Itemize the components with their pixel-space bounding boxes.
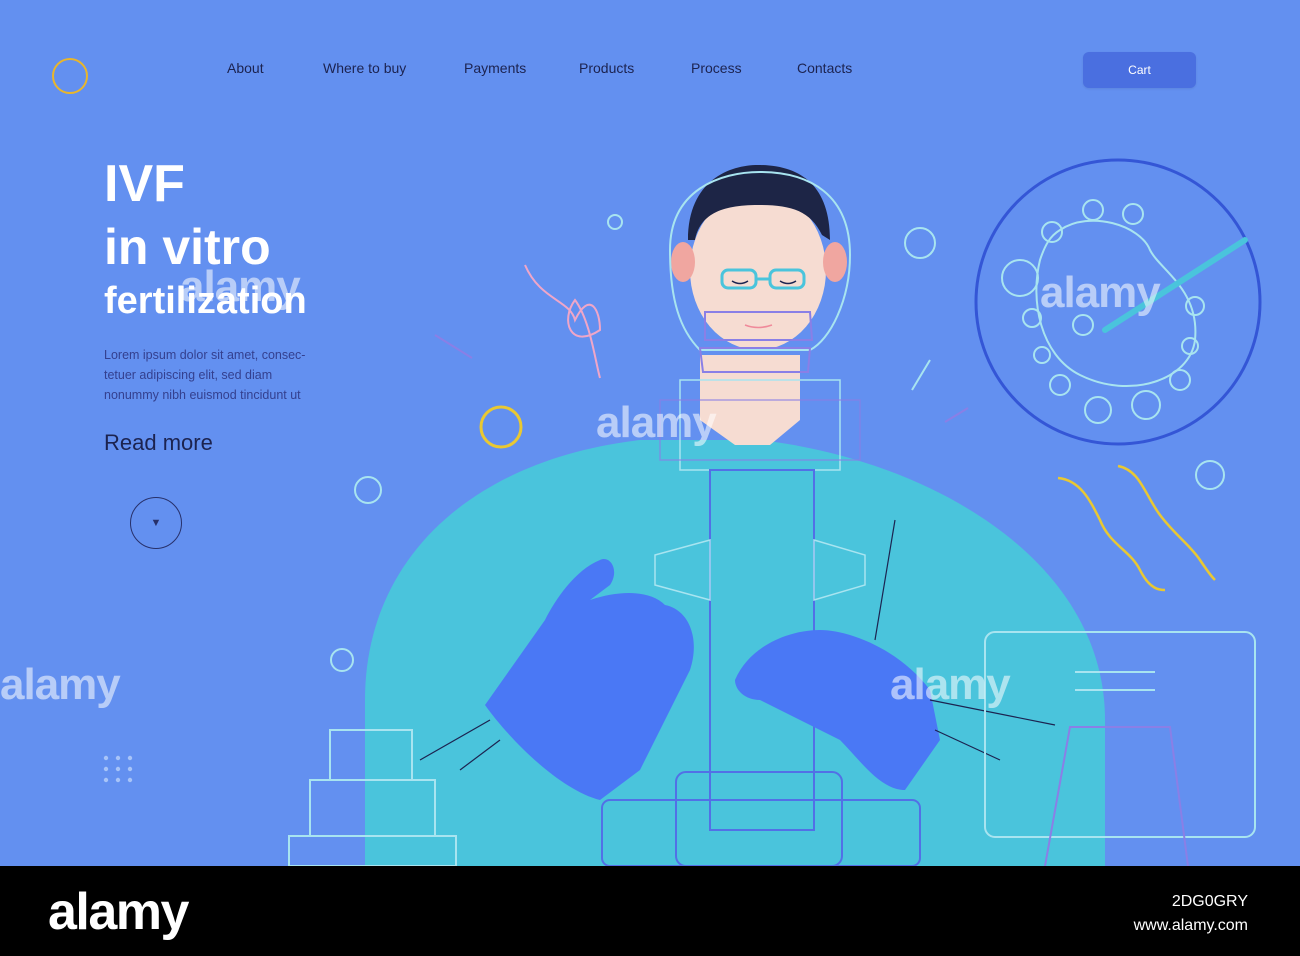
hero-description: Lorem ipsum dolor sit amet, consec- tetu… (104, 345, 344, 405)
logo-ring-icon[interactable] (52, 58, 88, 94)
nav-contacts[interactable]: Contacts (797, 60, 852, 76)
chevron-down-icon: ▼ (150, 517, 162, 529)
ear-right (823, 242, 847, 282)
watermark-text: alamy (1040, 268, 1161, 317)
nav-where-to-buy[interactable]: Where to buy (323, 60, 406, 76)
footer-image-info: 2DG0GRY www.alamy.com (1134, 890, 1248, 938)
watermark-text: alamy (890, 660, 1011, 709)
image-id: 2DG0GRY (1171, 893, 1248, 910)
hero-section: About Where to buy Payments Products Pro… (0, 0, 1300, 866)
site-url: www.alamy.com (1133, 917, 1248, 934)
description-line: tetuer adipiscing elit, sed diam (104, 368, 273, 382)
nav-process[interactable]: Process (691, 60, 742, 76)
ear-left (671, 242, 695, 282)
read-more-link[interactable]: Read more (104, 430, 213, 456)
watermark-text: alamy (596, 398, 717, 447)
footer-logo: alamy (48, 883, 189, 941)
nav-about[interactable]: About (227, 60, 264, 76)
scrubs-body (365, 440, 1105, 866)
nav-products[interactable]: Products (579, 60, 634, 76)
description-line: nonummy nibh euismod tincidunt ut (104, 388, 301, 402)
watermark-footer (0, 866, 1300, 956)
description-line: Lorem ipsum dolor sit amet, consec- (104, 348, 306, 362)
cart-button[interactable]: Cart (1083, 52, 1196, 88)
hero-title-line1: IVF (104, 155, 185, 213)
nav-payments[interactable]: Payments (464, 60, 526, 76)
scroll-down-button[interactable]: ▼ (130, 497, 182, 549)
watermark-text: alamy (180, 262, 301, 311)
watermark-text: alamy (0, 660, 121, 709)
